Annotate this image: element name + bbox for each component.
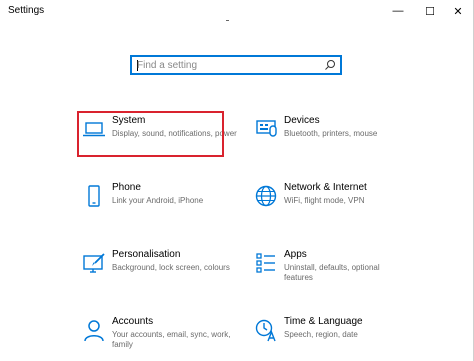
person-icon	[84, 320, 104, 342]
tile-devices[interactable]: Devices Bluetooth, printers, mouse	[249, 113, 414, 159]
tile-network-internet[interactable]: Network & Internet WiFi, flight mode, VP…	[249, 180, 414, 226]
search-icon[interactable]	[324, 59, 336, 71]
tile-time-language[interactable]: Time & Language Speech, region, date	[249, 314, 414, 360]
time-language-icon	[255, 319, 276, 342]
devices-icon	[256, 120, 277, 137]
tile-apps[interactable]: Apps Uninstall, defaults, optional featu…	[249, 247, 414, 293]
tile-name: Phone	[112, 182, 141, 193]
tile-phone[interactable]: Phone Link your Android, iPhone	[77, 180, 242, 226]
tile-description: Bluetooth, printers, mouse	[284, 129, 378, 138]
tile-name: Accounts	[112, 316, 154, 327]
tile-name: Personalisation	[112, 249, 181, 260]
personalisation-icon	[83, 253, 105, 273]
tile-description: Your accounts, email, sync, work, family	[112, 330, 231, 349]
tile-description: WiFi, flight mode, VPN	[284, 196, 365, 205]
tile-name: Time & Language	[284, 316, 363, 327]
tile-name: Devices	[284, 115, 320, 126]
tile-description: Speech, region, date	[284, 330, 358, 339]
minimize-button[interactable]: —	[384, 0, 412, 22]
tile-description: Link your Android, iPhone	[112, 196, 204, 205]
selection-highlight	[77, 111, 224, 157]
title-bar: Settings — ☐ ✕	[0, 0, 474, 22]
tile-description: Background, lock screen, colours	[112, 263, 230, 272]
search-input[interactable]	[137, 58, 322, 72]
tile-name: Apps	[284, 249, 307, 260]
maximize-button[interactable]: ☐	[416, 0, 444, 22]
tile-accounts[interactable]: Accounts Your accounts, email, sync, wor…	[77, 314, 242, 360]
globe-icon	[255, 185, 277, 207]
search-box[interactable]	[130, 55, 342, 75]
tile-personalisation[interactable]: Personalisation Background, lock screen,…	[77, 247, 242, 293]
close-button[interactable]: ✕	[444, 0, 472, 22]
apps-icon	[256, 253, 275, 273]
window-title: Settings	[8, 5, 45, 16]
tile-description: Uninstall, defaults, optional features	[284, 263, 380, 282]
phone-icon	[88, 185, 100, 207]
divider	[226, 20, 229, 21]
tile-name: Network & Internet	[284, 182, 367, 193]
